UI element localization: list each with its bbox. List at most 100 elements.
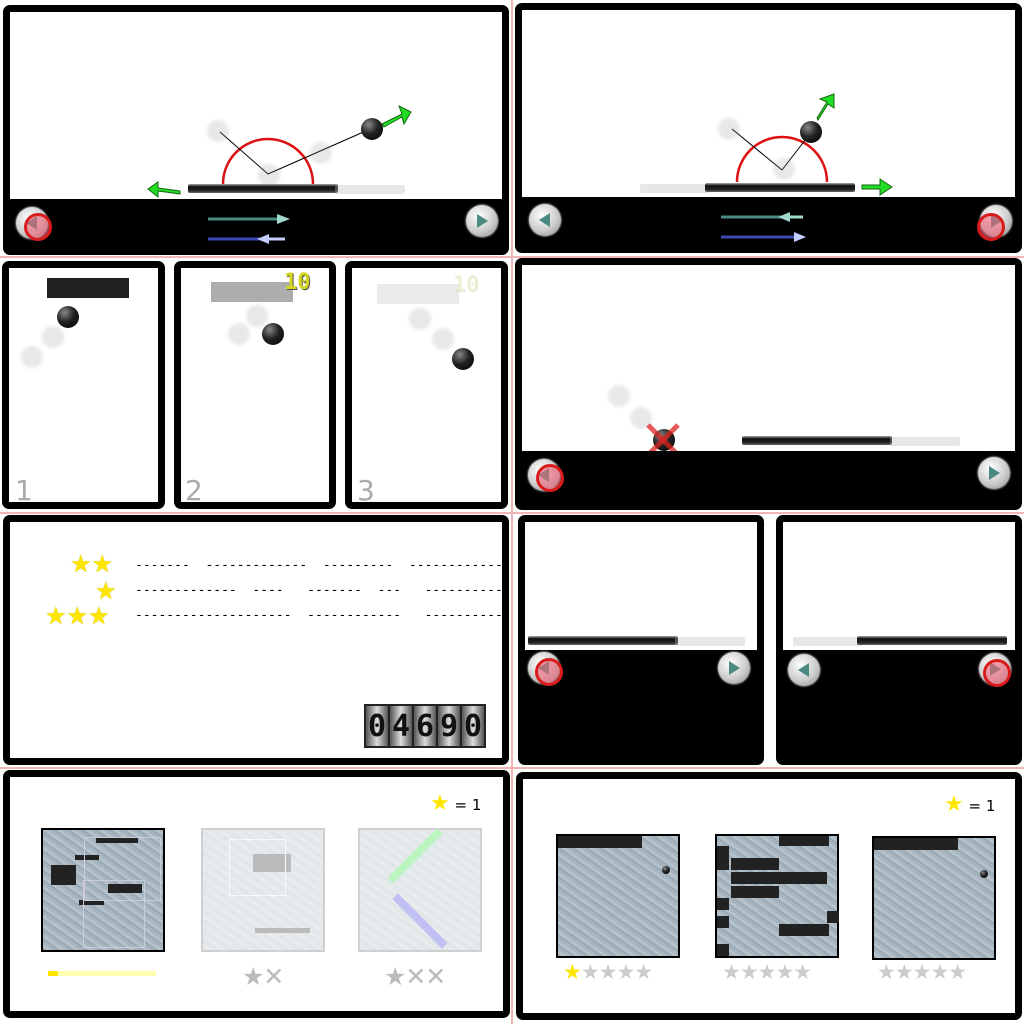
panel-level-select-b: ★ = 1 ★★★★★ ★★★★★ ★★★★★ <box>516 772 1022 1020</box>
touch-indicator <box>535 658 563 686</box>
brick <box>51 865 76 885</box>
ball <box>361 118 383 140</box>
star-icon: ★★★ <box>45 602 110 630</box>
panel-bounce-left <box>3 5 509 255</box>
control-bar <box>522 197 1015 246</box>
green-arrow-icon <box>147 181 181 199</box>
score-counter: 0 4 6 9 0 <box>364 704 486 748</box>
level-thumb[interactable] <box>201 828 325 952</box>
star-icon: ★ <box>95 577 117 605</box>
control-bar <box>10 199 502 248</box>
brick <box>779 836 829 846</box>
touch-indicator <box>24 213 52 241</box>
ball-ghost <box>207 120 229 142</box>
green-arrow-icon <box>381 104 412 128</box>
brick <box>717 846 729 870</box>
frame-number: 3 <box>357 474 375 507</box>
paddle <box>705 183 855 192</box>
score-digit: 4 <box>390 706 412 746</box>
prev-button[interactable] <box>529 204 561 236</box>
ball <box>57 306 79 328</box>
next-button[interactable] <box>978 457 1010 489</box>
brick <box>558 836 642 848</box>
brick <box>874 838 958 850</box>
panel-frame-1: 1 <box>2 261 165 509</box>
ball-ghost <box>258 164 280 186</box>
ball <box>262 323 284 345</box>
brick-fading <box>211 282 293 302</box>
progress-fill <box>48 971 58 976</box>
prev-button[interactable] <box>788 654 820 686</box>
touch-indicator <box>536 464 564 492</box>
brick <box>731 858 779 870</box>
rating-stars: ★✕✕ <box>384 962 446 991</box>
level-thumb[interactable] <box>41 828 165 952</box>
control-bar <box>525 650 757 758</box>
points-popup: 10 <box>284 270 311 295</box>
brick <box>779 924 829 936</box>
rating-stars: ★★★★★ <box>563 960 653 984</box>
panel-frame-2: 10 2 <box>174 261 336 509</box>
rating-stars: ★★★★★ <box>722 960 812 984</box>
paddle-ghost <box>675 637 745 646</box>
star-icon: ★ <box>563 960 582 984</box>
overlay-frame <box>83 880 145 948</box>
panel-paddle-left <box>518 515 764 765</box>
star-icon: ★ <box>430 791 450 816</box>
paddle <box>188 184 338 193</box>
star-icon: ★★★★ <box>580 960 653 984</box>
control-bar <box>522 451 1015 503</box>
frame-number: 2 <box>185 474 203 507</box>
ball-ghost <box>608 385 630 407</box>
brick <box>717 944 729 956</box>
dash-line: ------- ------------- --------- --------… <box>135 558 509 573</box>
score-digit: 0 <box>366 706 388 746</box>
score-digit: 6 <box>414 706 436 746</box>
star-legend: ★ = 1 <box>430 791 481 816</box>
green-stripe <box>387 828 443 884</box>
rating-stars: ★★★★★ <box>877 960 967 984</box>
blue-stripe <box>392 893 448 949</box>
score-digit: 0 <box>462 706 484 746</box>
panel-bounce-right <box>515 3 1022 253</box>
level-thumb[interactable] <box>358 828 482 952</box>
brick-faded <box>377 284 459 304</box>
panel-frame-3: 10 3 <box>345 261 508 509</box>
touch-indicator <box>977 213 1005 241</box>
dash-line: -------------------- ------------ ------… <box>135 608 509 623</box>
paddle-ghost <box>335 185 405 194</box>
paddle-ghost <box>890 437 960 446</box>
panel-level-select-a: ★ = 1 ★✕ ★✕✕ <box>3 770 510 1018</box>
paddle-ghost <box>793 637 863 646</box>
brick <box>47 278 129 298</box>
star-icon: ★ <box>944 792 964 817</box>
green-arrow-icon <box>816 93 835 122</box>
level-thumb[interactable] <box>715 834 839 958</box>
ball-ghost <box>773 158 795 180</box>
green-arrow-icon <box>861 178 893 196</box>
brick <box>717 898 729 910</box>
next-button[interactable] <box>718 652 750 684</box>
rating-stars: ★✕ <box>242 962 284 991</box>
paddle <box>857 636 1007 645</box>
score-digit: 9 <box>438 706 460 746</box>
star-legend: ★ = 1 <box>944 792 995 817</box>
paddle <box>742 436 892 445</box>
panel-level-text: ★★ ------- ------------- --------- -----… <box>3 515 509 765</box>
star-legend-text: = 1 <box>454 796 482 814</box>
dash-line: ------------- ---- ------- --- ---------… <box>135 583 509 598</box>
teal-arrow-icon <box>721 212 806 242</box>
panel-paddle-right <box>776 515 1022 765</box>
ball-ghost <box>228 323 250 345</box>
grid-line-h3 <box>0 767 1024 769</box>
ball-ghost <box>718 118 740 140</box>
level-thumb[interactable] <box>872 836 996 960</box>
star-icon: ★★ <box>70 550 114 578</box>
frame-number: 1 <box>15 474 33 507</box>
teal-arrow-icon <box>208 214 290 244</box>
ball <box>662 866 670 874</box>
brick <box>255 928 310 933</box>
level-thumb[interactable] <box>556 834 680 958</box>
next-button[interactable] <box>466 205 498 237</box>
paddle <box>528 636 678 645</box>
